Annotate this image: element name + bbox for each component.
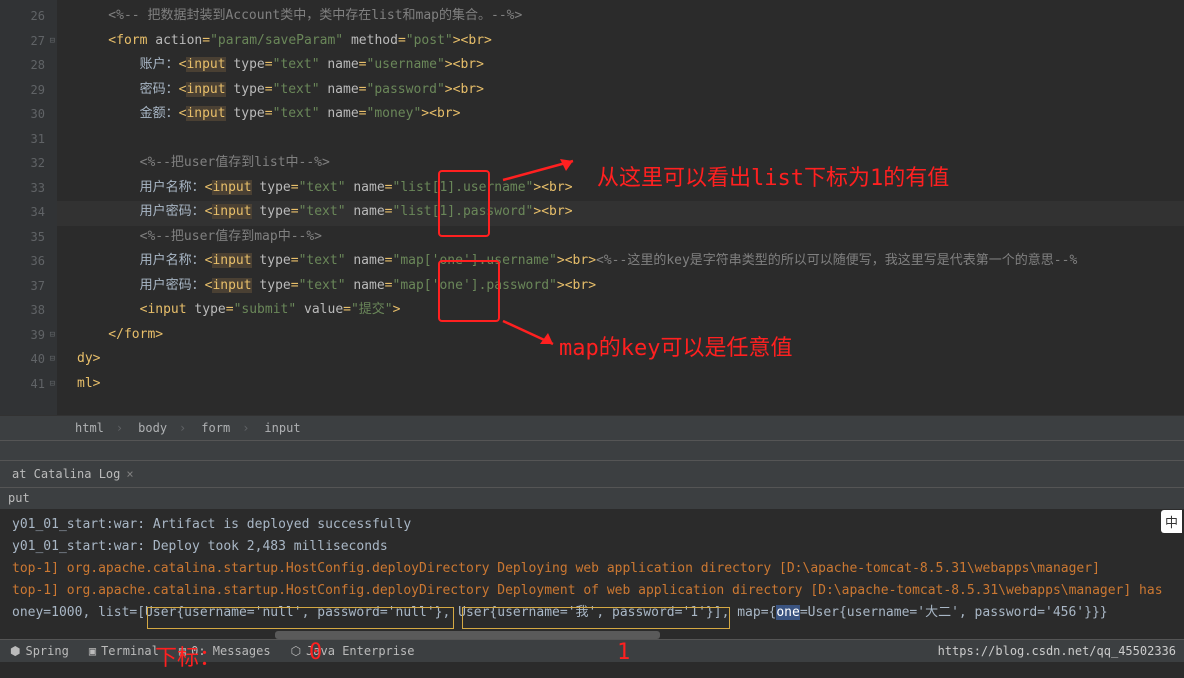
line-number: 36 — [0, 249, 45, 274]
ime-indicator: 中 — [1161, 510, 1182, 533]
annotation-index-label: 下标： — [155, 640, 221, 672]
line-number: 38 — [0, 298, 45, 323]
watermark: https://blog.csdn.net/qq_45502336 — [938, 644, 1176, 658]
breadcrumb-item[interactable]: html — [75, 421, 123, 435]
arrow-icon — [498, 153, 588, 185]
status-terminal[interactable]: ▣ Terminal — [89, 644, 159, 658]
line-number: 26 — [0, 4, 45, 29]
line-number: 34 — [0, 200, 45, 225]
tab-label: at Catalina Log — [12, 467, 120, 481]
fold-icon[interactable]: ⊟ — [50, 29, 55, 54]
annotation-index-1: 1 — [617, 640, 630, 665]
line-number: 41⊟ — [0, 372, 45, 397]
close-icon[interactable]: × — [126, 467, 133, 481]
line-number: 39⊟ — [0, 323, 45, 348]
breadcrumb: html body form input — [0, 415, 1184, 440]
gutter: 26 27⊟ 28 29 30 31 32 33 34 35 36 37 38 … — [0, 0, 57, 415]
empty-tab-bar — [0, 440, 1184, 460]
catalina-log-tab[interactable]: at Catalina Log × — [2, 462, 144, 486]
scrollbar[interactable] — [275, 631, 660, 639]
annotation-box-map — [438, 260, 500, 322]
console-line: y01_01_start:war: Artifact is deployed s… — [12, 514, 1172, 536]
line-number: 35 — [0, 225, 45, 250]
line-number: 37 — [0, 274, 45, 299]
annotation-box-index0 — [147, 607, 454, 629]
console-line: top-1] org.apache.catalina.startup.HostC… — [12, 558, 1172, 580]
breadcrumb-item[interactable]: body — [138, 421, 186, 435]
line-number: 27⊟ — [0, 29, 45, 54]
highlighted-key: one — [776, 605, 799, 620]
arrow-icon — [498, 316, 563, 351]
breadcrumb-item[interactable]: input — [264, 421, 312, 435]
annotation-text-list: 从这里可以看出list下标为1的有值 — [597, 160, 949, 192]
annotation-text-map: map的key可以是任意值 — [559, 330, 792, 362]
line-number: 32 — [0, 151, 45, 176]
fold-icon[interactable]: ⊟ — [50, 372, 55, 397]
console-output[interactable]: y01_01_start:war: Artifact is deployed s… — [0, 509, 1184, 639]
line-number: 40⊟ — [0, 347, 45, 372]
line-number: 33 — [0, 176, 45, 201]
output-tab[interactable]: put — [0, 487, 1184, 509]
fold-icon[interactable]: ⊟ — [50, 347, 55, 372]
line-number: 29 — [0, 78, 45, 103]
line-number: 30 — [0, 102, 45, 127]
breadcrumb-item[interactable]: form — [201, 421, 249, 435]
log-tabs: at Catalina Log × — [0, 460, 1184, 487]
console-line: top-1] org.apache.catalina.startup.HostC… — [12, 580, 1172, 602]
annotation-index-0: 0 — [309, 640, 322, 665]
line-number: 31 — [0, 127, 45, 152]
status-spring[interactable]: ⬢ Spring — [10, 644, 69, 658]
line-number: 28 — [0, 53, 45, 78]
fold-icon[interactable]: ⊟ — [50, 323, 55, 348]
annotation-box-index1 — [462, 607, 730, 629]
annotation-box-list — [438, 170, 490, 237]
console-line: y01_01_start:war: Deploy took 2,483 mill… — [12, 536, 1172, 558]
